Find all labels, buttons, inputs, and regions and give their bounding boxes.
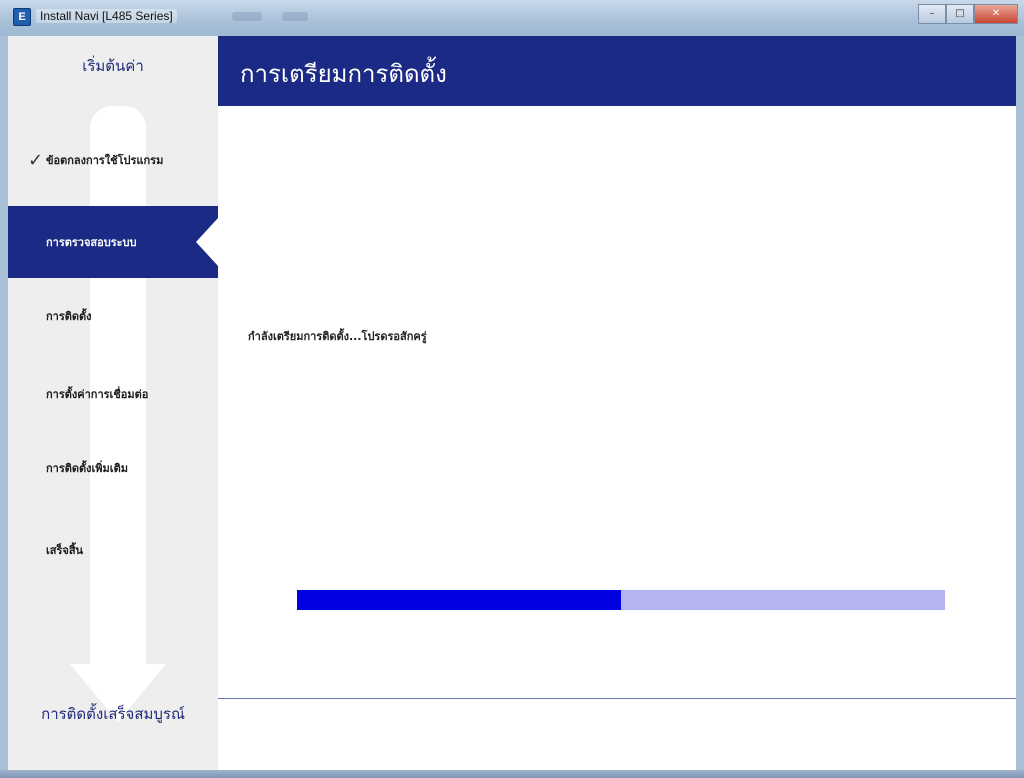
footer-divider bbox=[218, 698, 1016, 699]
step-license-agreement[interactable]: ✓ ข้อตกลงการใช้โปรแกรม bbox=[8, 124, 218, 196]
step-label: การตรวจสอบระบบ bbox=[46, 236, 137, 249]
close-button[interactable]: ✕ bbox=[974, 4, 1018, 24]
status-message: กำลังเตรียมการติดตั้ง...โปรดรอสักครู่ bbox=[248, 330, 427, 343]
step-finish[interactable]: เสร็จสิ้น bbox=[8, 514, 218, 586]
page-title: การเตรียมการติดตั้ง bbox=[240, 60, 447, 88]
step-label: การติดตั้ง bbox=[46, 310, 92, 323]
minimize-button[interactable]: – bbox=[918, 4, 946, 24]
sidebar-start-label: เริ่มต้นค่า bbox=[82, 57, 144, 75]
progress-fill bbox=[297, 590, 621, 610]
step-connection-setup[interactable]: การตั้งค่าการเชื่อมต่อ bbox=[8, 358, 218, 430]
title-bar-decoration bbox=[282, 12, 308, 21]
steps-sidebar: เริ่มต้นค่า ✓ ข้อตกลงการใช้โปรแกรม การตร… bbox=[8, 36, 218, 770]
window-title: Install Navi [L485 Series] bbox=[36, 9, 177, 23]
active-step-notch bbox=[196, 218, 218, 266]
app-icon: E bbox=[13, 8, 31, 26]
checkmark-icon: ✓ bbox=[28, 150, 44, 171]
step-label: การติดตั้งเพิ่มเติม bbox=[46, 462, 128, 475]
title-bar-decoration bbox=[232, 12, 262, 21]
progress-bar bbox=[297, 590, 945, 610]
sidebar-complete-label: การติดตั้งเสร็จสมบูรณ์ bbox=[41, 705, 185, 723]
title-bar[interactable]: E Install Navi [L485 Series] – □ ✕ bbox=[0, 0, 1024, 36]
step-label: การตั้งค่าการเชื่อมต่อ bbox=[46, 388, 149, 401]
maximize-button[interactable]: □ bbox=[946, 4, 974, 24]
installer-window: E Install Navi [L485 Series] – □ ✕ เริ่ม… bbox=[0, 0, 1024, 778]
window-bottom-edge bbox=[0, 770, 1024, 778]
client-area: เริ่มต้นค่า ✓ ข้อตกลงการใช้โปรแกรม การตร… bbox=[8, 36, 1016, 770]
page-header: การเตรียมการติดตั้ง bbox=[218, 36, 1016, 106]
step-label: เสร็จสิ้น bbox=[46, 544, 84, 557]
step-additional-install[interactable]: การติดตั้งเพิ่มเติม bbox=[8, 432, 218, 504]
window-controls: – □ ✕ bbox=[918, 4, 1018, 24]
step-system-check[interactable]: การตรวจสอบระบบ bbox=[8, 206, 218, 278]
step-installation[interactable]: การติดตั้ง bbox=[8, 280, 218, 352]
